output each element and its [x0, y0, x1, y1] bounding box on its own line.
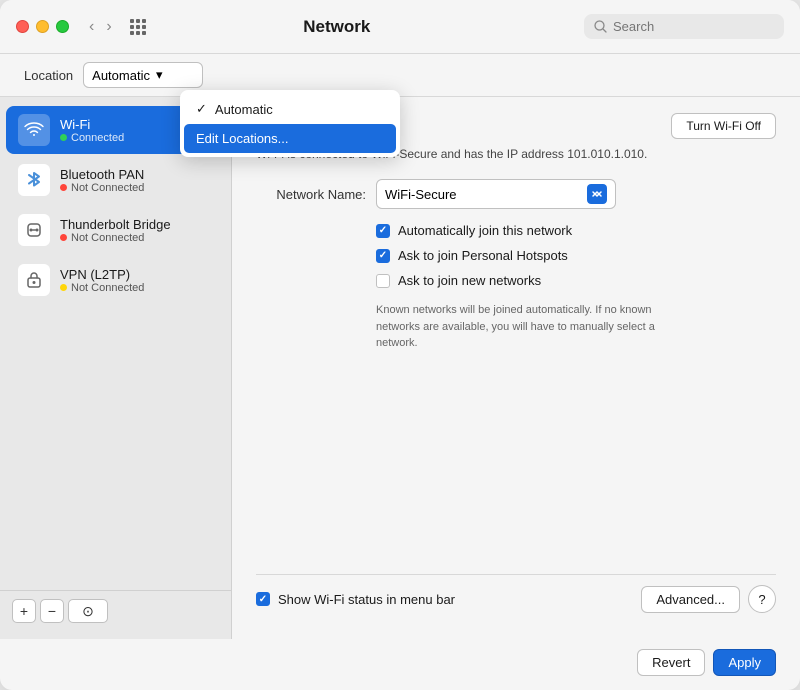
- location-bar: Location Automatic ▾ ✓ Automatic Edit Lo…: [0, 54, 800, 97]
- thunderbolt-status-text: Not Connected: [71, 232, 144, 244]
- personal-hotspot-checkbox[interactable]: [376, 249, 390, 263]
- thunderbolt-name: Thunderbolt Bridge: [60, 217, 171, 232]
- network-name-label: Network Name:: [256, 187, 366, 202]
- window-footer: Revert Apply: [0, 639, 800, 690]
- minimize-button[interactable]: [36, 20, 49, 33]
- bluetooth-status-dot: [60, 184, 67, 191]
- network-name-dropdown[interactable]: WiFi-Secure: [376, 179, 616, 209]
- vpn-icon: [18, 264, 50, 296]
- action-network-button[interactable]: ⊙: [68, 599, 108, 623]
- search-bar[interactable]: [584, 14, 784, 39]
- sidebar-item-bluetooth[interactable]: Bluetooth PAN Not Connected: [6, 156, 225, 204]
- location-label: Location: [24, 68, 73, 83]
- dropdown-item-edit-label: Edit Locations...: [196, 131, 289, 146]
- bluetooth-icon: [18, 164, 50, 196]
- add-network-button[interactable]: +: [12, 599, 36, 623]
- sidebar-item-vpn[interactable]: VPN (L2TP) Not Connected: [6, 256, 225, 304]
- known-networks-note: Known networks will be joined automatica…: [376, 302, 696, 352]
- thunderbolt-icon: [18, 214, 50, 246]
- network-name-value: WiFi-Secure: [385, 187, 457, 202]
- sidebar-toolbar: + − ⊙: [0, 590, 231, 631]
- auto-join-checkbox[interactable]: [376, 224, 390, 238]
- bottom-buttons: Advanced... ?: [641, 585, 776, 613]
- wifi-status-text: Connected: [71, 132, 124, 144]
- location-value: Automatic: [92, 68, 150, 83]
- new-networks-row: Ask to join new networks: [376, 273, 776, 288]
- network-preferences-window: ‹ › Network Location Automatic ▾: [0, 0, 800, 690]
- detail-panel: Status: Connected Turn Wi-Fi Off Wi-Fi i…: [232, 97, 800, 639]
- vpn-status-dot: [60, 284, 67, 291]
- new-networks-label: Ask to join new networks: [398, 273, 541, 288]
- bluetooth-status-text: Not Connected: [71, 182, 144, 194]
- vpn-info: VPN (L2TP) Not Connected: [60, 267, 144, 294]
- auto-join-row: Automatically join this network: [376, 223, 776, 238]
- select-chevron-icon: [587, 184, 607, 204]
- apply-button[interactable]: Apply: [713, 649, 776, 676]
- show-wifi-row: Show Wi-Fi status in menu bar: [256, 592, 641, 607]
- dropdown-arrow-icon: ▾: [156, 67, 163, 83]
- wifi-icon: [18, 114, 50, 146]
- new-networks-checkbox[interactable]: [376, 274, 390, 288]
- bluetooth-status: Not Connected: [60, 182, 144, 194]
- vpn-status-text: Not Connected: [71, 282, 144, 294]
- revert-button[interactable]: Revert: [637, 649, 705, 676]
- dropdown-item-automatic-label: Automatic: [215, 102, 273, 117]
- wifi-status: Connected: [60, 132, 124, 144]
- dropdown-item-automatic[interactable]: ✓ Automatic: [180, 94, 400, 124]
- maximize-button[interactable]: [56, 20, 69, 33]
- thunderbolt-info: Thunderbolt Bridge Not Connected: [60, 217, 171, 244]
- wifi-status-dot: [60, 134, 67, 141]
- dropdown-item-edit-locations[interactable]: Edit Locations...: [184, 124, 396, 153]
- turn-wifi-button[interactable]: Turn Wi-Fi Off: [671, 113, 776, 139]
- main-content: Location Automatic ▾ ✓ Automatic Edit Lo…: [0, 54, 800, 639]
- bluetooth-info: Bluetooth PAN Not Connected: [60, 167, 144, 194]
- vpn-name: VPN (L2TP): [60, 267, 144, 282]
- back-button[interactable]: ‹: [85, 16, 98, 38]
- vpn-status: Not Connected: [60, 282, 144, 294]
- auto-join-label: Automatically join this network: [398, 223, 572, 238]
- thunderbolt-status: Not Connected: [60, 232, 171, 244]
- bluetooth-name: Bluetooth PAN: [60, 167, 144, 182]
- body-area: Wi-Fi Connected Bluetooth PAN: [0, 97, 800, 639]
- titlebar: ‹ › Network: [0, 0, 800, 54]
- show-wifi-label: Show Wi-Fi status in menu bar: [278, 592, 455, 607]
- wifi-name: Wi-Fi: [60, 117, 124, 132]
- show-wifi-checkbox[interactable]: [256, 592, 270, 606]
- advanced-button[interactable]: Advanced...: [641, 586, 740, 613]
- remove-network-button[interactable]: −: [40, 599, 64, 623]
- search-input[interactable]: [613, 19, 753, 34]
- checkmark-icon: ✓: [196, 101, 207, 117]
- network-name-row: Network Name: WiFi-Secure: [256, 179, 776, 209]
- location-dropdown[interactable]: Automatic ▾: [83, 62, 203, 88]
- thunderbolt-status-dot: [60, 234, 67, 241]
- sidebar: Wi-Fi Connected Bluetooth PAN: [0, 97, 232, 639]
- sidebar-item-thunderbolt[interactable]: Thunderbolt Bridge Not Connected: [6, 206, 225, 254]
- close-button[interactable]: [16, 20, 29, 33]
- personal-hotspot-row: Ask to join Personal Hotspots: [376, 248, 776, 263]
- search-icon: [594, 20, 607, 33]
- traffic-lights: [16, 20, 69, 33]
- location-dropdown-menu: ✓ Automatic Edit Locations...: [180, 90, 400, 157]
- bottom-bar: Show Wi-Fi status in menu bar Advanced..…: [256, 574, 776, 623]
- help-button[interactable]: ?: [748, 585, 776, 613]
- personal-hotspot-label: Ask to join Personal Hotspots: [398, 248, 568, 263]
- window-title: Network: [100, 17, 574, 37]
- wifi-info: Wi-Fi Connected: [60, 117, 124, 144]
